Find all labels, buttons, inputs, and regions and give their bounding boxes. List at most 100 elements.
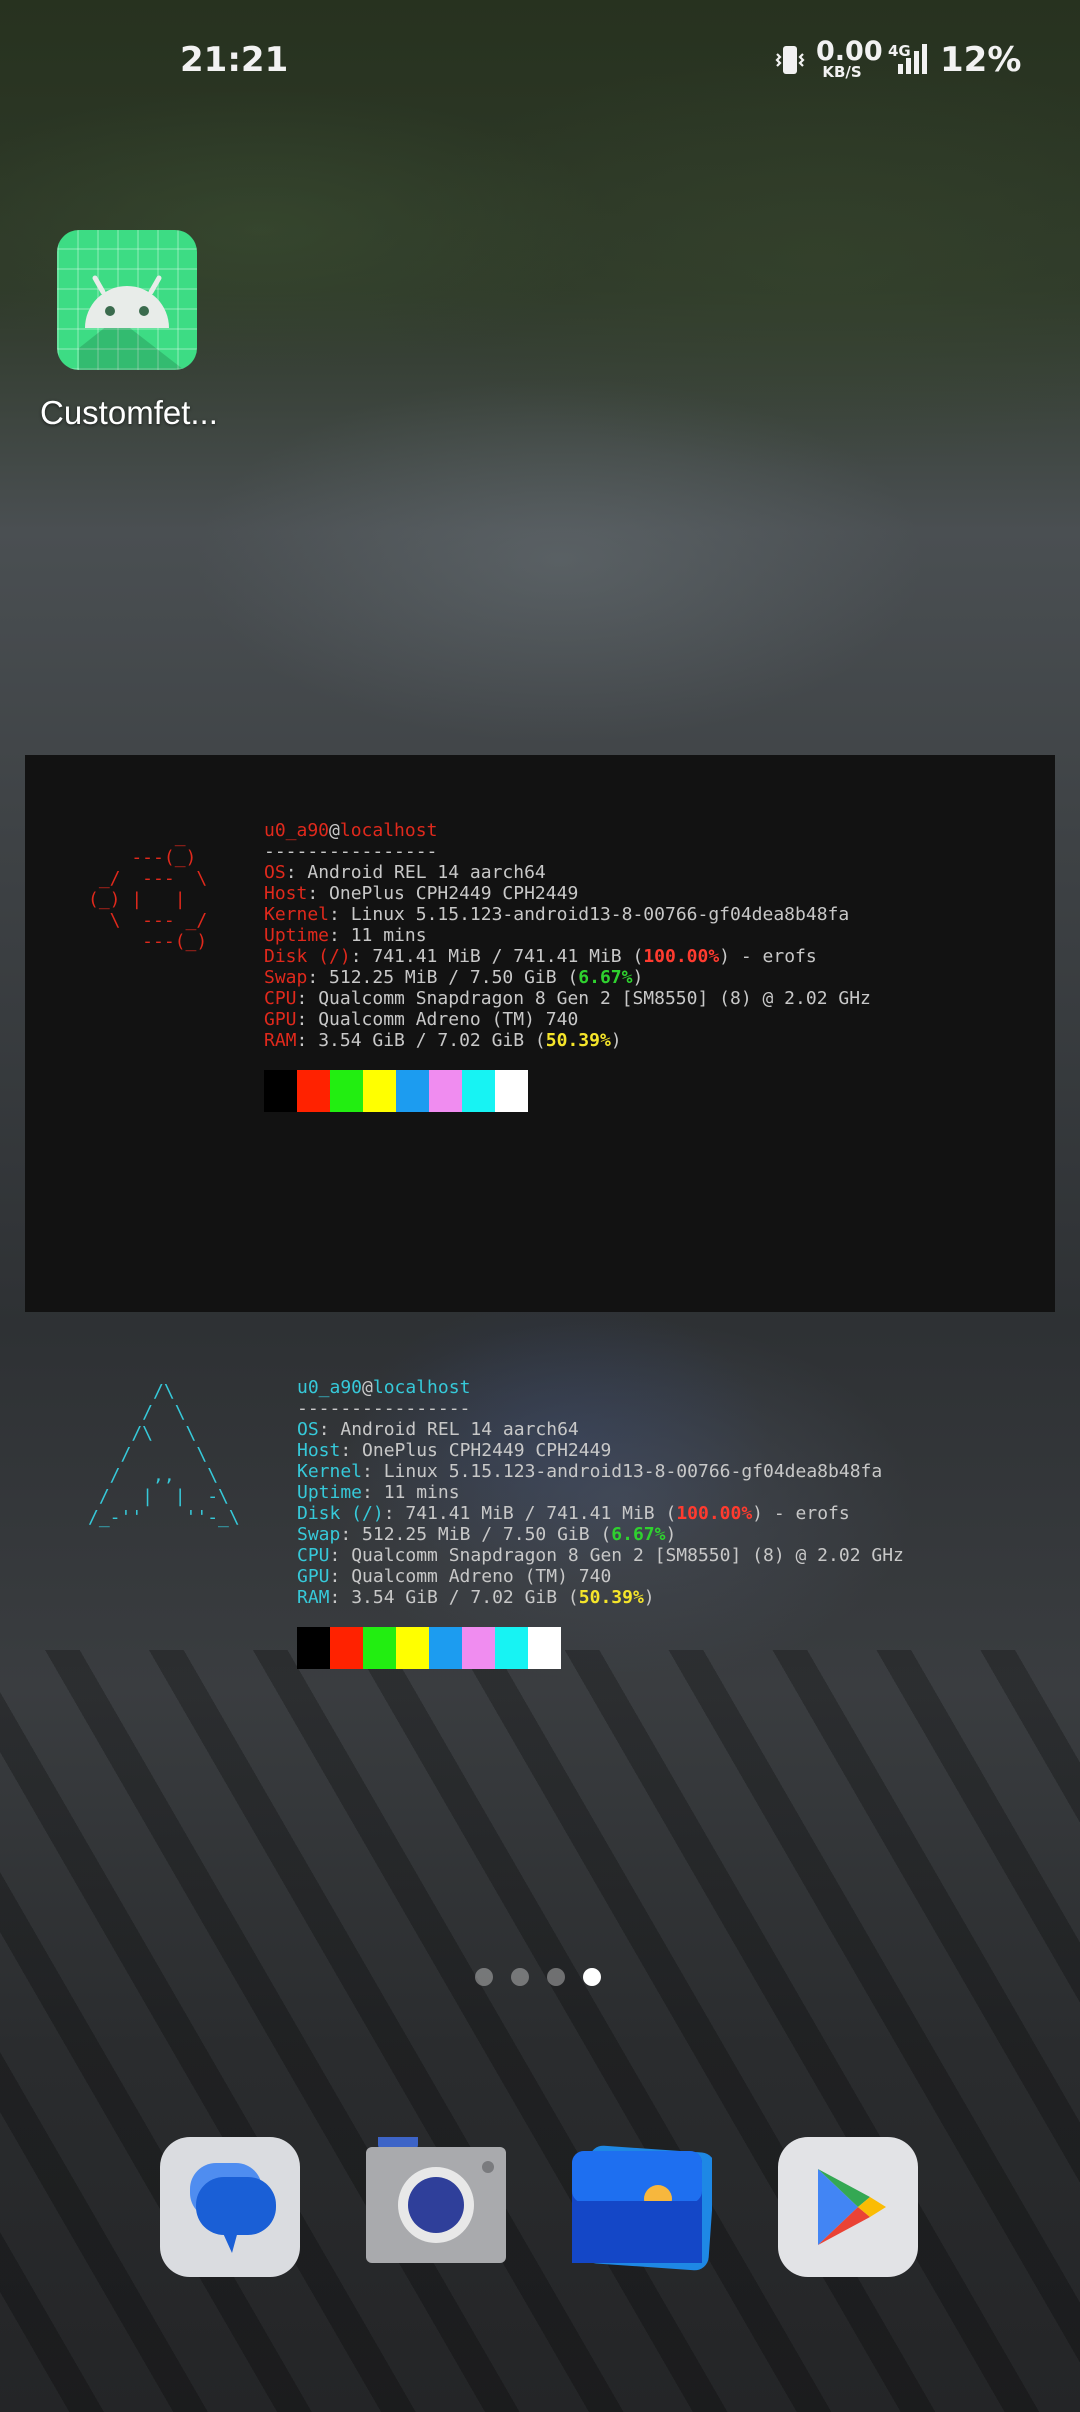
messages-icon[interactable] [160,2137,300,2277]
palette-swatch [396,1627,429,1669]
info-key: Disk (/) [297,1503,384,1524]
palette-swatch [363,1070,396,1112]
info-value: : Qualcomm Snapdragon 8 Gen 2 [SM8550] (… [329,1545,904,1566]
vibrate-icon [775,46,805,74]
info-line-swap: Swap: 512.25 MiB / 7.50 GiB (6.67%) [264,967,871,988]
ram-percent: 50.39% [545,1030,611,1051]
fetch-widget-dark[interactable]: _ ---(_) _/ --- \ (_) | | \ --- _/ ---(_… [25,755,1055,1312]
network-speed-value: 0.00 [816,36,883,67]
hostname: localhost [339,820,438,841]
info-value: : Qualcomm Adreno (TM) 740 [329,1566,612,1587]
info-line-host: Host: OnePlus CPH2449 CPH2449 [264,883,871,904]
palette-swatch [330,1627,363,1669]
info-key: OS [297,1419,319,1440]
network-speed-unit: KB/S [822,63,862,81]
info-value: : 741.41 MiB / 741.41 MiB ( [383,1503,677,1524]
page-dot[interactable] [583,1968,601,1986]
info-key: Disk (/) [264,946,351,967]
disk-percent: 100.00% [676,1503,753,1524]
page-dot[interactable] [511,1968,529,1986]
info-value: : 512.25 MiB / 7.50 GiB ( [340,1524,612,1545]
fetch-widget-transparent[interactable]: /\ / \ /\ \ / \ / ,, \ / | | -\ /_-'' ''… [0,1312,1080,1712]
palette-swatch [495,1627,528,1669]
info-line-gpu: GPU: Qualcomm Adreno (TM) 740 [264,1009,871,1030]
ascii-logo: _ ---(_) _/ --- \ (_) | | \ --- _/ ---(_… [88,826,208,952]
info-value: : Qualcomm Snapdragon 8 Gen 2 [SM8550] (… [296,988,871,1009]
info-key: GPU [297,1566,330,1587]
info-value: : 11 mins [329,925,427,946]
color-palette [264,1070,871,1112]
info-value: : OnePlus CPH2449 CPH2449 [307,883,579,904]
palette-swatch [330,1070,363,1112]
info-key: Host [264,883,308,904]
info-line-uptime: Uptime: 11 mins [264,925,871,946]
info-line-cpu: CPU: Qualcomm Snapdragon 8 Gen 2 [SM8550… [264,988,871,1009]
info-key: Uptime [297,1482,363,1503]
info-value: : Linux 5.15.123-android13-8-00766-gf04d… [329,904,850,925]
palette-swatch [264,1070,297,1112]
hostname: localhost [372,1377,471,1398]
status-clock: 21:21 [180,40,289,80]
info-line-swap: Swap: 512.25 MiB / 7.50 GiB (6.67%) [297,1524,904,1545]
at-sign: @ [362,1377,373,1398]
info-value: : 3.54 GiB / 7.02 GiB ( [329,1587,579,1608]
palette-swatch [297,1627,330,1669]
page-dot[interactable] [475,1968,493,1986]
ram-percent: 50.39% [578,1587,644,1608]
user-host-line: u0_a90@localhost [297,1377,904,1398]
info-key: Swap [264,967,308,988]
palette-swatch [363,1627,396,1669]
info-suffix: ) [665,1524,677,1545]
camera-icon[interactable] [366,2137,506,2277]
username: u0_a90 [264,820,330,841]
info-key: OS [264,862,286,883]
palette-swatch [429,1627,462,1669]
color-palette [297,1627,904,1669]
android-robot-icon[interactable] [57,230,197,370]
info-line-os: OS: Android REL 14 aarch64 [264,862,871,883]
signal-icon [898,44,927,74]
info-line-ram: RAM: 3.54 GiB / 7.02 GiB (50.39%) [297,1587,904,1608]
user-host-line: u0_a90@localhost [264,820,871,841]
page-indicator[interactable] [475,1968,605,1988]
info-line-cpu: CPU: Qualcomm Snapdragon 8 Gen 2 [SM8550… [297,1545,904,1566]
info-suffix: ) - erofs [719,946,817,967]
info-line-kernel: Kernel: Linux 5.15.123-android13-8-00766… [264,904,871,925]
info-line-gpu: GPU: Qualcomm Adreno (TM) 740 [297,1566,904,1587]
system-info: u0_a90@localhost ---------------- OS: An… [297,1377,904,1669]
info-key: CPU [264,988,297,1009]
palette-swatch [429,1070,462,1112]
palette-swatch [462,1627,495,1669]
at-sign: @ [329,820,340,841]
app-label: Customfet... [40,394,218,431]
username: u0_a90 [297,1377,363,1398]
info-value: : Android REL 14 aarch64 [285,862,546,883]
info-key: GPU [264,1009,297,1030]
info-value: : Android REL 14 aarch64 [318,1419,579,1440]
system-info: u0_a90@localhost ---------------- OS: An… [264,820,871,1112]
page-dot[interactable] [547,1968,565,1986]
separator: ---------------- [264,841,438,862]
palette-swatch [462,1070,495,1112]
separator: ---------------- [297,1398,471,1419]
info-key: Uptime [264,925,330,946]
info-value: : Qualcomm Adreno (TM) 740 [296,1009,579,1030]
info-key: RAM [264,1030,297,1051]
info-key: Kernel [297,1461,363,1482]
status-bar: 21:21 0.00 KB/S 4G 12% [0,0,1080,120]
palette-swatch [495,1070,528,1112]
battery-level: 12% [940,40,1022,80]
info-key: Host [297,1440,341,1461]
palette-swatch [297,1070,330,1112]
play-store-icon[interactable] [778,2137,918,2277]
info-key: Swap [297,1524,341,1545]
info-suffix: ) [610,1030,622,1051]
info-value: : 11 mins [362,1482,460,1503]
info-suffix: ) [632,967,644,988]
gallery-icon[interactable] [572,2137,712,2277]
app-customfetch[interactable]: Customfet... [40,228,220,438]
network-speed: 0.00 KB/S [816,36,883,81]
palette-swatch [396,1070,429,1112]
info-key: RAM [297,1587,330,1608]
disk-percent: 100.00% [643,946,720,967]
